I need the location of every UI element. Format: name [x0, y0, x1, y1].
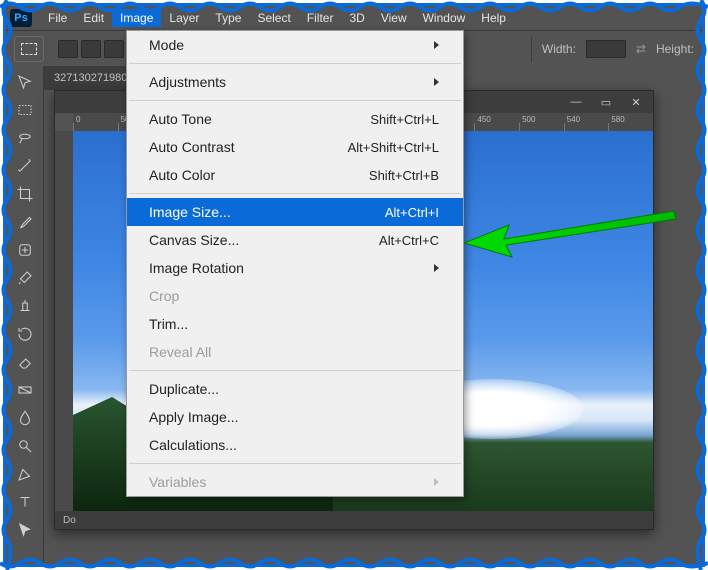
menu-item-shortcut: Shift+Ctrl+B [369, 168, 439, 183]
menu-window[interactable]: Window [415, 9, 474, 27]
menubar: Ps FileEditImageLayerTypeSelectFilter3DV… [6, 6, 702, 30]
menu-item-label: Auto Contrast [149, 139, 235, 155]
lasso-tool[interactable] [13, 126, 37, 150]
menu-item-image-rotation[interactable]: Image Rotation [127, 254, 463, 282]
menu-item-image-size[interactable]: Image Size... Alt+Ctrl+I [127, 198, 463, 226]
menu-separator [129, 370, 461, 371]
selection-subtract[interactable] [104, 40, 124, 58]
menu-item-label: Duplicate... [149, 381, 219, 397]
menu-item-label: Apply Image... [149, 409, 239, 425]
menu-item-apply-image[interactable]: Apply Image... [127, 403, 463, 431]
marquee-icon [21, 43, 37, 55]
path-selection-tool[interactable] [13, 518, 37, 542]
maximize-button[interactable]: ▭ [595, 95, 617, 109]
vertical-ruler[interactable] [55, 131, 73, 511]
menu-separator [129, 193, 461, 194]
menu-item-label: Trim... [149, 316, 188, 332]
menu-item-label: Canvas Size... [149, 232, 239, 248]
menu-item-label: Adjustments [149, 74, 226, 90]
close-button[interactable]: ✕ [625, 95, 647, 109]
menu-item-label: Image Size... [149, 204, 231, 220]
magic-wand-tool[interactable] [13, 154, 37, 178]
menu-separator [129, 100, 461, 101]
menu-separator [129, 63, 461, 64]
status-text: Do [63, 515, 76, 526]
menu-separator [129, 463, 461, 464]
menu-item-label: Auto Color [149, 167, 215, 183]
menu-view[interactable]: View [373, 9, 415, 27]
eyedropper-tool[interactable] [13, 210, 37, 234]
menu-item-mode[interactable]: Mode [127, 31, 463, 59]
eraser-tool[interactable] [13, 350, 37, 374]
menu-item-shortcut: Alt+Shift+Ctrl+L [348, 140, 439, 155]
menu-item-label: Mode [149, 37, 184, 53]
menu-select[interactable]: Select [249, 9, 298, 27]
height-label: Height: [656, 42, 694, 56]
selection-new[interactable] [58, 40, 78, 58]
swap-icon[interactable]: ⇄ [636, 42, 646, 56]
menu-item-label: Image Rotation [149, 260, 244, 276]
move-tool[interactable] [13, 70, 37, 94]
menu-item-label: Auto Tone [149, 111, 212, 127]
menu-layer[interactable]: Layer [161, 9, 207, 27]
type-tool[interactable] [13, 490, 37, 514]
menu-item-canvas-size[interactable]: Canvas Size... Alt+Ctrl+C [127, 226, 463, 254]
menu-item-calculations[interactable]: Calculations... [127, 431, 463, 459]
menu-item-reveal-all: Reveal All [127, 338, 463, 366]
healing-brush-tool[interactable] [13, 238, 37, 262]
menu-item-variables: Variables [127, 468, 463, 496]
gradient-tool[interactable] [13, 378, 37, 402]
menu-item-auto-tone[interactable]: Auto Tone Shift+Ctrl+L [127, 105, 463, 133]
clone-stamp-tool[interactable] [13, 294, 37, 318]
dodge-tool[interactable] [13, 434, 37, 458]
width-input[interactable] [586, 40, 626, 58]
width-label: Width: [542, 42, 576, 56]
menu-3d[interactable]: 3D [341, 9, 372, 27]
menu-image[interactable]: Image [112, 9, 161, 27]
minimize-button[interactable]: — [565, 95, 587, 109]
menu-item-shortcut: Alt+Ctrl+C [379, 233, 439, 248]
menu-item-duplicate[interactable]: Duplicate... [127, 375, 463, 403]
separator [531, 36, 532, 62]
menu-item-label: Reveal All [149, 344, 211, 360]
blur-tool[interactable] [13, 406, 37, 430]
brush-tool[interactable] [13, 266, 37, 290]
active-tool-preview[interactable] [14, 36, 44, 62]
menu-item-label: Variables [149, 474, 206, 490]
image-menu-dropdown: ModeAdjustmentsAuto ToneShift+Ctrl+LAuto… [126, 30, 464, 497]
menu-item-auto-contrast[interactable]: Auto Contrast Alt+Shift+Ctrl+L [127, 133, 463, 161]
menu-item-trim[interactable]: Trim... [127, 310, 463, 338]
menu-item-label: Crop [149, 288, 179, 304]
pen-tool[interactable] [13, 462, 37, 486]
selection-add[interactable] [81, 40, 101, 58]
menu-item-shortcut: Alt+Ctrl+I [385, 205, 439, 220]
menu-file[interactable]: File [40, 9, 75, 27]
menu-item-shortcut: Shift+Ctrl+L [370, 112, 439, 127]
menu-item-crop: Crop [127, 282, 463, 310]
marquee-tool[interactable] [13, 98, 37, 122]
menu-edit[interactable]: Edit [75, 9, 112, 27]
status-bar: Do [55, 511, 653, 529]
crop-tool[interactable] [13, 182, 37, 206]
menu-help[interactable]: Help [473, 9, 514, 27]
menu-filter[interactable]: Filter [299, 9, 342, 27]
menu-item-label: Calculations... [149, 437, 237, 453]
history-brush-tool[interactable] [13, 322, 37, 346]
menu-item-auto-color[interactable]: Auto Color Shift+Ctrl+B [127, 161, 463, 189]
menu-item-adjustments[interactable]: Adjustments [127, 68, 463, 96]
menu-type[interactable]: Type [207, 9, 249, 27]
app-logo: Ps [10, 9, 32, 27]
tools-panel [6, 66, 44, 564]
